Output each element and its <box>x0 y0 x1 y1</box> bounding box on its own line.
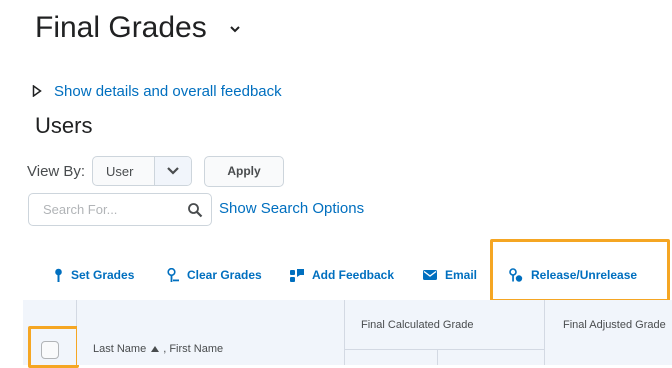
details-toggle[interactable]: Show details and overall feedback <box>32 80 282 102</box>
page-title: Final Grades <box>35 11 207 44</box>
chevron-down-icon <box>167 167 179 175</box>
search-icon[interactable] <box>187 202 203 218</box>
feedback-icon <box>290 269 304 282</box>
view-by-label: View By: <box>27 163 86 180</box>
email-label: Email <box>445 268 478 282</box>
search-box <box>28 193 212 226</box>
select-arrow[interactable] <box>154 157 191 185</box>
clear-pin-icon <box>167 268 179 282</box>
show-search-options-link[interactable]: Show Search Options <box>219 200 364 217</box>
view-by-value: User <box>106 164 134 179</box>
adjusted-grade-header <box>545 300 672 365</box>
adjusted-grade-label: Final Adjusted Grade <box>563 319 666 331</box>
sort-first-name-link[interactable]: , First Name <box>163 343 223 355</box>
search-input[interactable] <box>41 201 175 218</box>
name-column-label: Last Name , First Name <box>93 343 223 355</box>
name-column-header <box>77 300 345 365</box>
checkbox-highlight-box <box>28 326 79 368</box>
show-details-link[interactable]: Show details and overall feedback <box>54 83 282 100</box>
triangle-right-icon <box>32 85 42 97</box>
calculated-subheader-1 <box>345 350 438 365</box>
set-grades-button[interactable]: Set Grades <box>54 266 134 284</box>
apply-button[interactable]: Apply <box>204 156 284 187</box>
calculated-grade-label: Final Calculated Grade <box>361 319 474 331</box>
sort-ascending-icon <box>151 346 160 352</box>
view-by-select[interactable]: User <box>92 156 192 186</box>
calculated-subheader-2 <box>438 350 545 365</box>
email-button[interactable]: Email <box>423 266 477 284</box>
clear-grades-button[interactable]: Clear Grades <box>167 266 262 284</box>
section-title: Users <box>35 113 93 138</box>
envelope-icon <box>423 270 437 280</box>
release-highlight-box <box>490 239 670 302</box>
clear-grades-label: Clear Grades <box>187 268 262 282</box>
add-feedback-button[interactable]: Add Feedback <box>290 266 394 284</box>
add-feedback-label: Add Feedback <box>312 268 395 282</box>
chevron-down-icon[interactable] <box>228 22 242 36</box>
sort-last-name-link[interactable]: Last Name <box>93 343 146 355</box>
set-grades-label: Set Grades <box>71 268 135 282</box>
pin-icon <box>55 268 62 282</box>
